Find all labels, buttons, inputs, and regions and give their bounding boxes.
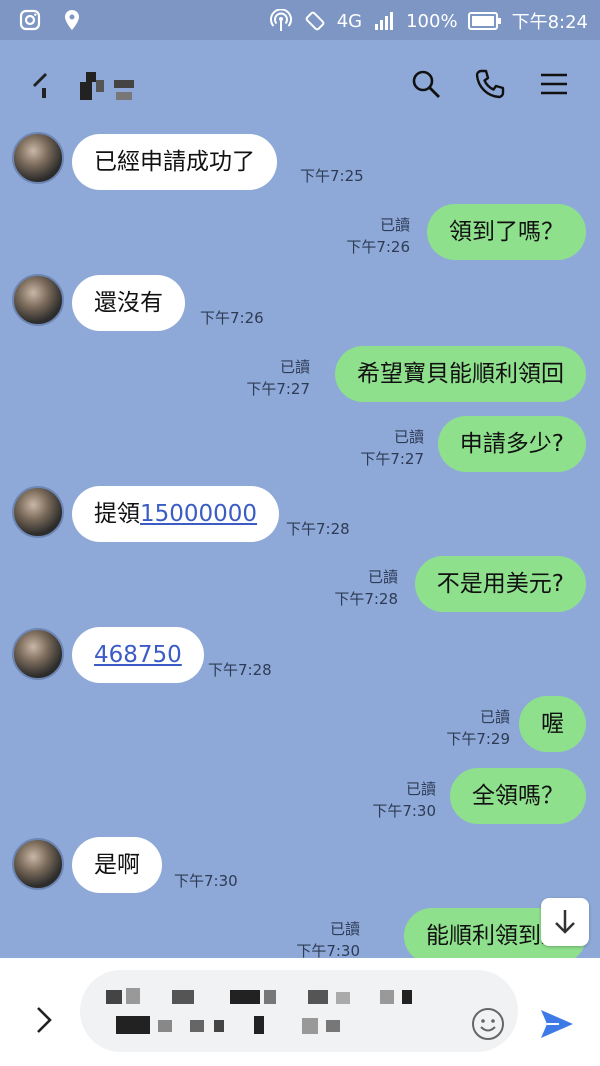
chevron-right-icon[interactable] bbox=[30, 1004, 58, 1036]
message-composer bbox=[0, 958, 600, 1066]
phone-number-link[interactable]: 468750 bbox=[94, 642, 182, 668]
message-time: 下午7:28 bbox=[286, 520, 350, 538]
read-receipt: 已讀 bbox=[329, 920, 360, 938]
message-time: 下午7:30 bbox=[174, 872, 238, 890]
message-outgoing: 已讀 下午7:30 能順利領到最 bbox=[0, 908, 600, 964]
chat-header bbox=[0, 40, 600, 130]
message-bubble[interactable]: 領到了嗎？ bbox=[427, 204, 586, 260]
search-icon[interactable] bbox=[410, 68, 442, 100]
chat-title-redacted[interactable] bbox=[80, 72, 140, 102]
message-time: 下午7:26 bbox=[346, 238, 410, 256]
emoji-icon[interactable] bbox=[470, 1006, 506, 1042]
message-list[interactable]: 已經申請成功了 下午7:25 已讀 下午7:26 領到了嗎？ 還沒有 下午7:2… bbox=[0, 120, 600, 964]
battery-icon bbox=[467, 12, 501, 30]
send-icon[interactable] bbox=[537, 1004, 577, 1044]
message-time: 下午7:29 bbox=[446, 730, 510, 748]
message-bubble[interactable]: 已經申請成功了 bbox=[72, 134, 277, 190]
message-time: 下午7:28 bbox=[208, 661, 272, 679]
message-outgoing: 已讀 下午7:27 申請多少? bbox=[0, 416, 600, 486]
message-incoming: 468750 下午7:28 bbox=[0, 624, 600, 696]
message-bubble[interactable]: 是啊 bbox=[72, 837, 162, 893]
read-receipt: 已讀 bbox=[379, 216, 410, 234]
back-icon[interactable] bbox=[28, 70, 58, 100]
message-time: 下午7:25 bbox=[300, 167, 364, 185]
location-icon bbox=[65, 10, 79, 30]
avatar[interactable] bbox=[12, 838, 64, 890]
message-outgoing: 已讀 下午7:26 領到了嗎？ bbox=[0, 204, 600, 274]
message-bubble[interactable]: 468750 bbox=[72, 627, 204, 683]
message-incoming: 已經申請成功了 下午7:25 bbox=[0, 120, 600, 200]
message-time: 下午7:27 bbox=[360, 450, 424, 468]
message-outgoing: 已讀 下午7:29 喔 bbox=[0, 696, 600, 766]
status-bar: 4G 100% 下午8:24 bbox=[0, 0, 600, 40]
message-time: 下午7:28 bbox=[334, 590, 398, 608]
message-outgoing: 已讀 下午7:27 希望寶貝能順利領回 bbox=[0, 346, 600, 416]
avatar[interactable] bbox=[12, 486, 64, 538]
message-text: 提領 bbox=[94, 501, 140, 527]
read-receipt: 已讀 bbox=[367, 568, 398, 586]
menu-icon[interactable] bbox=[538, 68, 570, 100]
message-bubble[interactable]: 希望寶貝能順利領回 bbox=[335, 346, 586, 402]
signal-icon bbox=[375, 12, 394, 30]
message-bubble[interactable]: 提領15000000 bbox=[72, 486, 280, 542]
message-time: 下午7:30 bbox=[372, 802, 436, 820]
message-bubble[interactable]: 不是用美元? bbox=[414, 556, 586, 612]
message-time: 下午7:27 bbox=[246, 380, 310, 398]
message-time: 下午7:26 bbox=[200, 309, 264, 327]
message-incoming: 是啊 下午7:30 bbox=[0, 834, 600, 906]
message-input[interactable] bbox=[80, 970, 518, 1052]
read-receipt: 已讀 bbox=[279, 358, 310, 376]
avatar[interactable] bbox=[12, 132, 64, 184]
battery-percent: 100% bbox=[406, 10, 458, 32]
message-outgoing: 已讀 下午7:30 全領嗎？ bbox=[0, 766, 600, 836]
read-receipt: 已讀 bbox=[393, 428, 424, 446]
phone-number-link[interactable]: 15000000 bbox=[140, 501, 257, 527]
arrow-down-icon bbox=[555, 910, 575, 934]
hotspot-icon bbox=[269, 9, 292, 31]
message-incoming: 提領15000000 下午7:28 bbox=[0, 482, 600, 554]
read-receipt: 已讀 bbox=[479, 708, 510, 726]
message-bubble[interactable]: 還沒有 bbox=[72, 275, 185, 331]
network-type: 4G bbox=[336, 10, 363, 32]
clock: 下午8:24 bbox=[511, 12, 588, 33]
scroll-to-bottom-button[interactable] bbox=[541, 898, 589, 946]
auto-rotate-icon bbox=[305, 11, 325, 31]
avatar[interactable] bbox=[12, 628, 64, 680]
message-incoming: 還沒有 下午7:26 bbox=[0, 270, 600, 340]
message-bubble[interactable]: 喔 bbox=[519, 696, 586, 752]
phone-icon[interactable] bbox=[474, 68, 506, 100]
avatar[interactable] bbox=[12, 274, 64, 326]
message-bubble[interactable]: 申請多少? bbox=[437, 416, 586, 472]
instagram-icon bbox=[19, 9, 41, 31]
message-bubble[interactable]: 全領嗎？ bbox=[450, 768, 586, 824]
message-outgoing: 已讀 下午7:28 不是用美元? bbox=[0, 556, 600, 626]
read-receipt: 已讀 bbox=[405, 780, 436, 798]
